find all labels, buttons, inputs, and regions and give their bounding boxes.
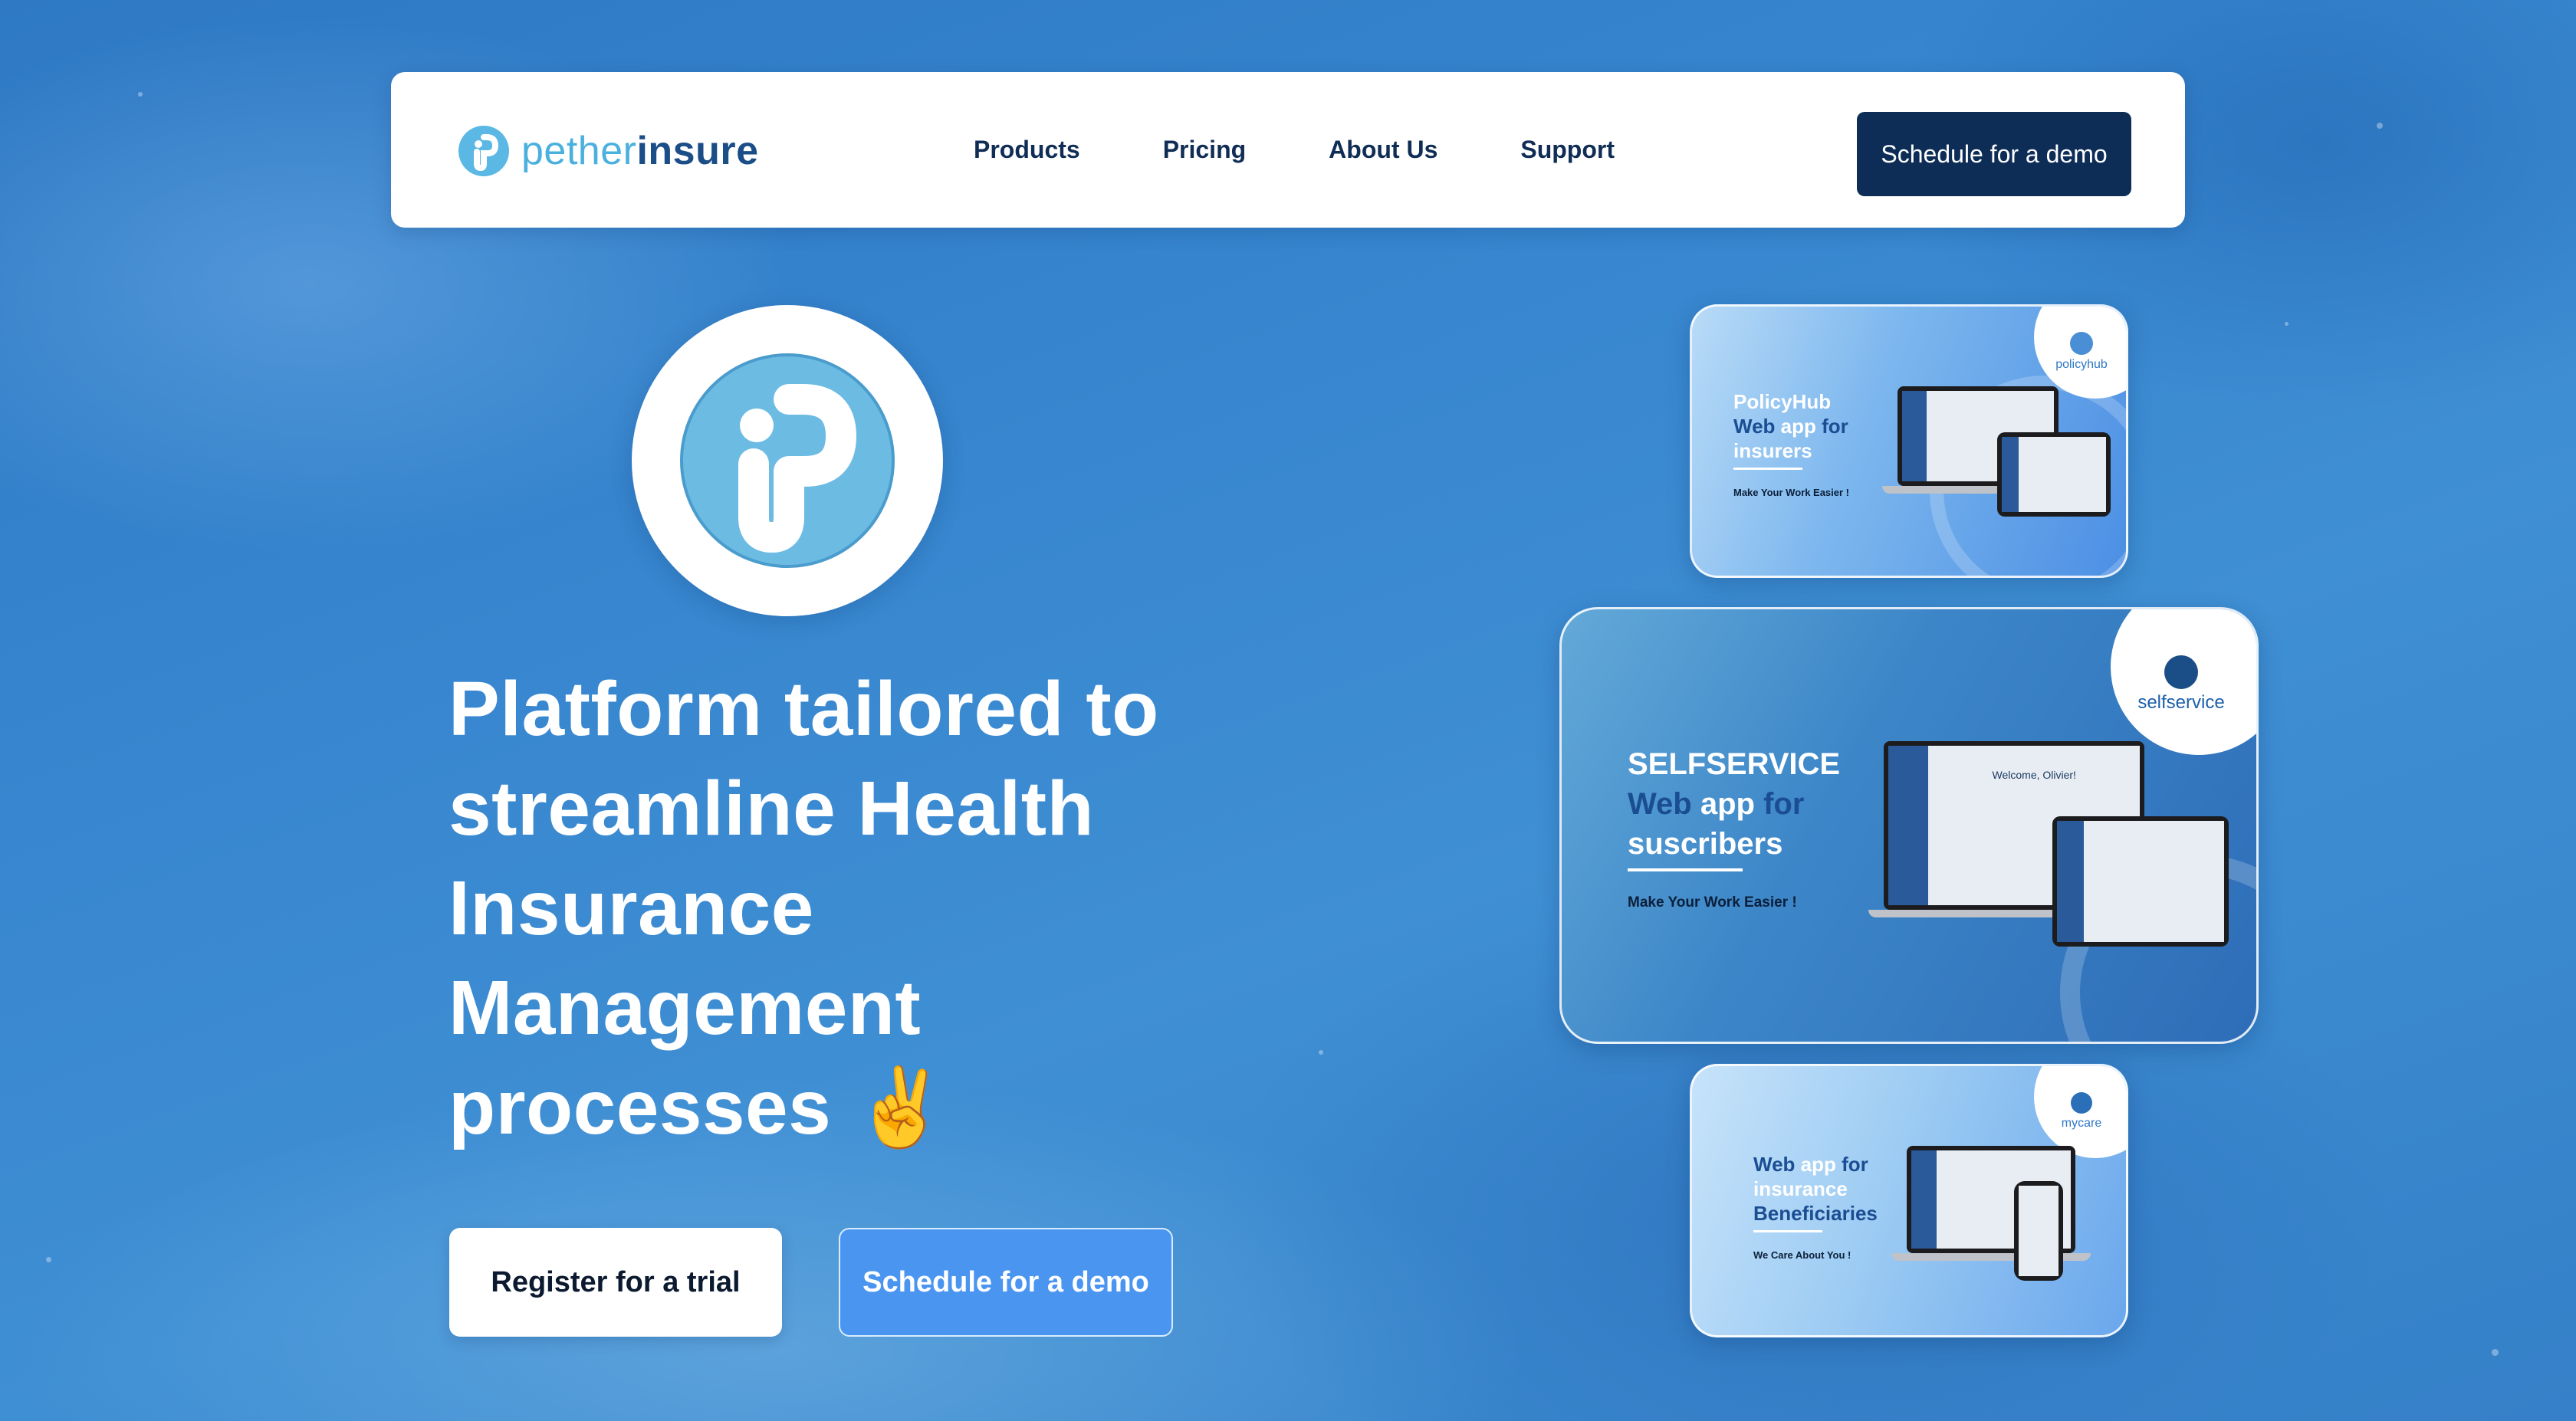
main-menu: Products Pricing About Us Support (974, 132, 1697, 167)
card-title: Beneficiaries (1753, 1202, 1878, 1225)
nav-schedule-demo-button[interactable]: Schedule for a demo (1857, 112, 2131, 196)
mycare-icon (2071, 1092, 2092, 1114)
card-title: Web app for (1753, 1153, 1868, 1176)
selfservice-badge: selfservice (2111, 609, 2256, 755)
divider (1753, 1230, 1822, 1232)
background-speck (138, 92, 143, 97)
card-title: suscribers (1628, 827, 1783, 861)
tablet-mockup (2052, 816, 2229, 947)
card-copy: SELFSERVICE Web app for suscribers Make … (1628, 744, 1840, 911)
background-speck (2285, 322, 2288, 326)
background-speck (1319, 1050, 1323, 1055)
phone-mockup (2014, 1181, 2063, 1281)
badge-label: selfservice (2137, 692, 2225, 713)
brand-logo[interactable]: petherinsure (458, 126, 759, 176)
brand-wordmark: petherinsure (521, 129, 759, 173)
nav-link-products[interactable]: Products (974, 132, 1080, 167)
card-copy: PolicyHub Web app for insurers Make Your… (1733, 389, 1849, 498)
nav-link-pricing[interactable]: Pricing (1163, 132, 1246, 167)
tablet-mockup (1997, 432, 2111, 517)
nav-link-about-us[interactable]: About Us (1329, 132, 1438, 167)
card-tagline: Make Your Work Easier ! (1628, 894, 1797, 911)
background-speck (2377, 123, 2383, 129)
hero-logo-badge (632, 305, 943, 616)
product-card-selfservice[interactable]: selfservice SELFSERVICE Web app for susc… (1559, 607, 2259, 1044)
card-copy: Web app for insurance Beneficiaries We C… (1753, 1152, 1878, 1261)
p-logo-icon (458, 126, 509, 176)
mycare-badge: mycare (2034, 1066, 2126, 1158)
card-title: SELFSERVICE (1628, 747, 1841, 781)
selfservice-icon (2164, 655, 2198, 689)
divider (1628, 868, 1743, 871)
card-title: insurers (1733, 439, 1812, 462)
card-title: insurance (1753, 1177, 1848, 1200)
top-navbar: petherinsure Products Pricing About Us S… (391, 72, 2185, 228)
card-tagline: We Care About You ! (1753, 1249, 1852, 1261)
nav-link-support[interactable]: Support (1520, 132, 1615, 167)
hero-headline: Platform tailored to streamline Health I… (449, 666, 1159, 1150)
product-card-mycare[interactable]: mycare Web app for insurance Beneficiari… (1690, 1064, 2128, 1337)
badge-label: mycare (2061, 1117, 2102, 1130)
divider (1733, 468, 1802, 470)
badge-label: policyhub (2055, 358, 2108, 371)
product-card-policyhub[interactable]: policyhub PolicyHub Web app for insurers… (1690, 304, 2128, 578)
policyhub-icon (2070, 332, 2093, 355)
card-tagline: Make Your Work Easier ! (1733, 487, 1850, 498)
p-logo-icon (680, 353, 895, 568)
register-trial-button[interactable]: Register for a trial (449, 1228, 782, 1337)
card-title: Web app for (1733, 415, 1848, 438)
background-speck (2492, 1349, 2499, 1356)
card-title: Web app for (1628, 787, 1805, 821)
card-title: PolicyHub (1733, 390, 1832, 413)
background-speck (46, 1257, 51, 1262)
schedule-demo-button[interactable]: Schedule for a demo (839, 1228, 1173, 1337)
